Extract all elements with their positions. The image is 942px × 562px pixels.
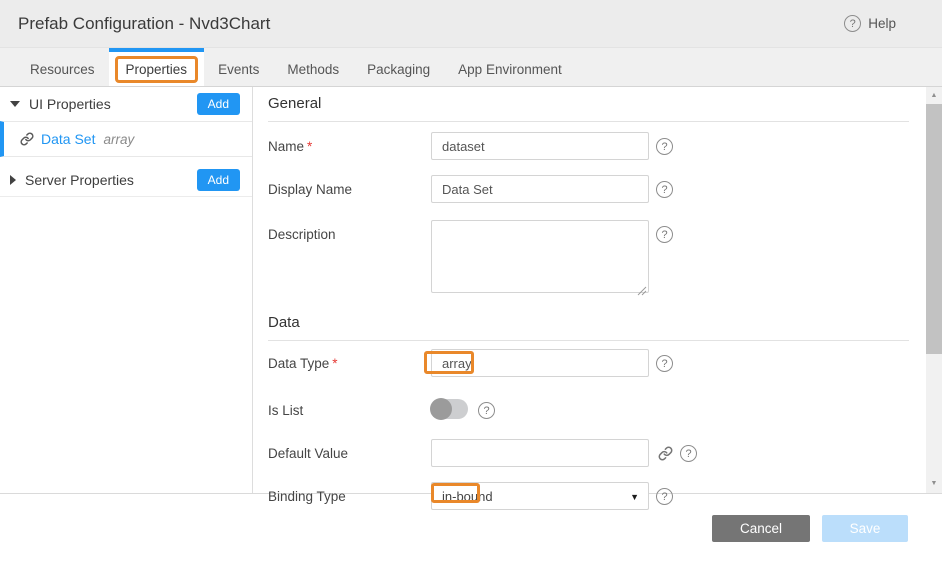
label-text: Description (268, 227, 336, 242)
cancel-button[interactable]: Cancel (712, 515, 810, 542)
required-marker: * (332, 356, 337, 371)
tab-packaging[interactable]: Packaging (353, 48, 444, 86)
caret-right-icon (10, 175, 16, 185)
property-item-label: Data Set (41, 131, 95, 147)
toggle-knob (430, 398, 452, 420)
form-row-name: Name* ? (268, 132, 909, 160)
tab-properties[interactable]: Properties (109, 48, 205, 86)
required-marker: * (307, 139, 312, 154)
description-field[interactable] (431, 220, 649, 293)
label-text: Binding Type (268, 489, 346, 504)
sidebar-item-data-set[interactable]: Data Set array (0, 121, 252, 157)
property-form-panel: General Name* ? Display Name ? Descripti… (253, 87, 942, 493)
field-label: Display Name (268, 175, 431, 197)
page-title: Prefab Configuration - Nvd3Chart (18, 14, 270, 34)
label-text: Data Type (268, 356, 329, 371)
field-label: Description (268, 220, 431, 242)
properties-sidebar: UI Properties Add Data Set array Server … (0, 87, 253, 493)
dialog-header: Prefab Configuration - Nvd3Chart ? Help (0, 0, 942, 47)
help-label: Help (868, 16, 896, 31)
binding-type-field-wrap: in-bound ▼ (431, 482, 649, 510)
field-label: Data Type* (268, 349, 431, 371)
form-row-default-value: Default Value ? (268, 439, 909, 467)
bind-link-icon[interactable] (658, 446, 673, 461)
tab-label: Properties (126, 62, 188, 77)
is-list-toggle[interactable] (431, 399, 468, 419)
annotation-highlight-properties: Properties (115, 56, 199, 83)
form-row-display-name: Display Name ? (268, 175, 909, 203)
binding-type-help-icon[interactable]: ? (656, 488, 673, 505)
group-label: Server Properties (25, 172, 134, 188)
data-type-field[interactable] (431, 349, 649, 377)
section-heading-data: Data (268, 314, 909, 341)
tab-label: App Environment (458, 62, 562, 77)
tab-label: Packaging (367, 62, 430, 77)
display-name-field[interactable] (431, 175, 649, 203)
tab-methods[interactable]: Methods (273, 48, 353, 86)
default-value-help-icon[interactable]: ? (680, 445, 697, 462)
property-item-type: array (103, 132, 134, 147)
form-row-binding-type: Binding Type in-bound ▼ ? (268, 482, 909, 510)
binding-type-select[interactable]: in-bound ▼ (431, 482, 649, 510)
label-text: Name (268, 139, 304, 154)
form-row-is-list: Is List ? (268, 396, 909, 419)
selected-option-label: in-bound (442, 489, 493, 504)
label-text: Default Value (268, 446, 348, 461)
scroll-down-button[interactable]: ▼ (926, 476, 942, 491)
sidebar-group-ui-properties[interactable]: UI Properties Add (0, 87, 252, 121)
name-help-icon[interactable]: ? (656, 138, 673, 155)
data-type-field-wrap (431, 349, 649, 377)
default-value-field[interactable] (431, 439, 649, 467)
data-type-help-icon[interactable]: ? (656, 355, 673, 372)
add-ui-property-button[interactable]: Add (197, 93, 240, 115)
tab-bar: Resources Properties Events Methods Pack… (0, 47, 942, 87)
form-row-description: Description ? (268, 220, 909, 298)
field-label: Default Value (268, 439, 431, 461)
label-text: Display Name (268, 182, 352, 197)
field-label: Is List (268, 396, 431, 418)
tab-label: Resources (30, 62, 95, 77)
tab-app-environment[interactable]: App Environment (444, 48, 576, 86)
vertical-scrollbar[interactable]: ▲ ▼ (926, 87, 942, 493)
tab-label: Events (218, 62, 259, 77)
dialog-body: UI Properties Add Data Set array Server … (0, 87, 942, 493)
help-link[interactable]: ? Help (844, 15, 896, 32)
dropdown-arrow-icon: ▼ (630, 492, 639, 502)
field-label: Name* (268, 132, 431, 154)
form-row-data-type: Data Type* ? (268, 349, 909, 377)
field-label: Binding Type (268, 482, 431, 504)
save-button[interactable]: Save (822, 515, 908, 542)
is-list-help-icon[interactable]: ? (478, 402, 495, 419)
help-icon: ? (844, 15, 861, 32)
description-field-wrap (431, 220, 649, 298)
link-icon (20, 132, 34, 146)
caret-down-icon (10, 101, 20, 107)
scrollbar-thumb[interactable] (926, 104, 942, 354)
section-heading-general: General (268, 95, 909, 122)
sidebar-group-server-properties[interactable]: Server Properties Add (0, 163, 252, 197)
tab-resources[interactable]: Resources (16, 48, 109, 86)
display-name-help-icon[interactable]: ? (656, 181, 673, 198)
add-server-property-button[interactable]: Add (197, 169, 240, 191)
group-label: UI Properties (29, 96, 111, 112)
scroll-up-button[interactable]: ▲ (926, 88, 942, 103)
tab-events[interactable]: Events (204, 48, 273, 86)
description-help-icon[interactable]: ? (656, 226, 673, 243)
tab-label: Methods (287, 62, 339, 77)
label-text: Is List (268, 403, 303, 418)
name-field[interactable] (431, 132, 649, 160)
prefab-configuration-dialog: Prefab Configuration - Nvd3Chart ? Help … (0, 0, 942, 562)
